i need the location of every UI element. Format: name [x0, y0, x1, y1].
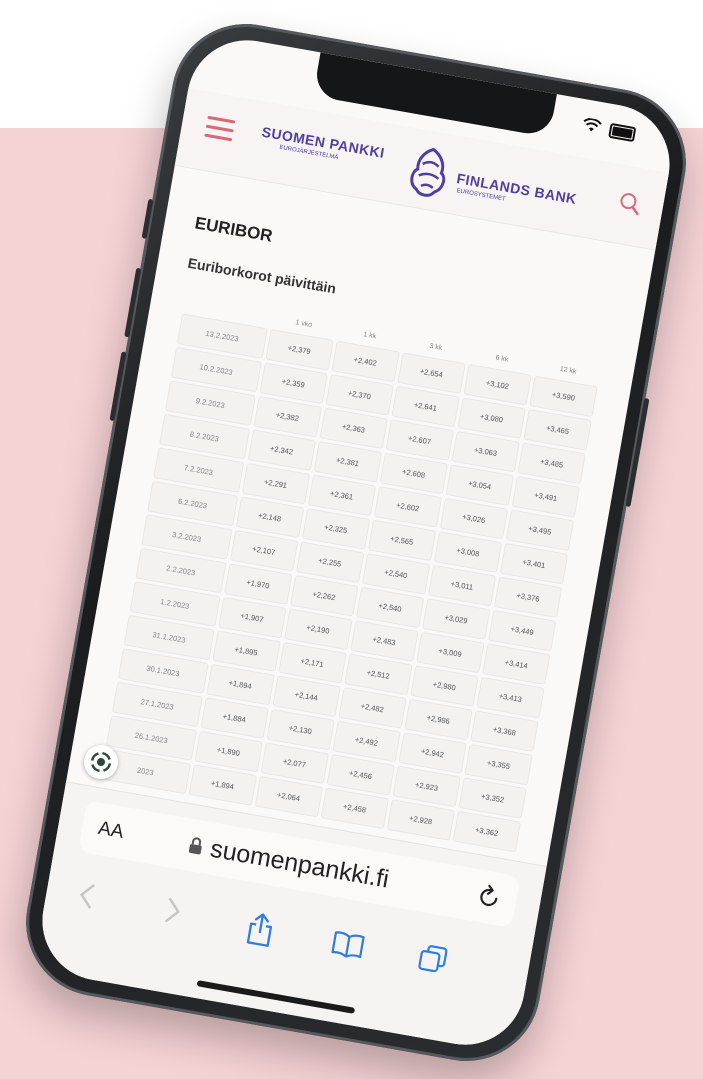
share-icon[interactable] [244, 910, 276, 953]
reload-icon[interactable] [476, 883, 503, 915]
lock-icon [187, 836, 205, 861]
forward-icon[interactable] [160, 895, 185, 931]
tabs-icon[interactable] [416, 942, 449, 979]
battery-icon [608, 122, 637, 142]
bookmarks-icon[interactable] [329, 929, 366, 965]
menu-icon[interactable] [203, 115, 236, 147]
page-content: EURIBOR Euriborkorot päivittäin 1 vko 1 … [67, 179, 653, 862]
search-icon[interactable] [617, 191, 642, 216]
url-text[interactable]: suomenpankki.fi [208, 834, 391, 894]
back-icon[interactable] [73, 880, 98, 916]
lion-emblem-icon [410, 147, 446, 197]
text-size-button[interactable]: AA [96, 818, 126, 844]
status-bar [580, 115, 637, 144]
logo-text-sv: FINLANDS BANK [455, 170, 578, 207]
euribor-table: 1 vko 1 kk 3 kk 6 kk 12 kk 13.2.2023 +2,3… [97, 292, 605, 856]
wifi-icon [580, 115, 603, 138]
